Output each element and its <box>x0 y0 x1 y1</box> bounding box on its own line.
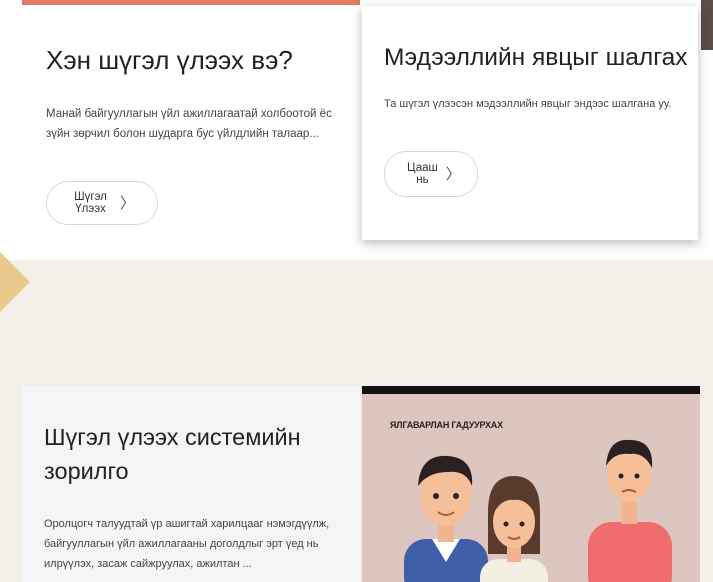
card-who-text: Манай байгууллагын үйл ажиллагаатай холб… <box>46 108 332 140</box>
continue-button-label: Цааш нь <box>407 162 438 186</box>
blow-whistle-button[interactable]: Шүгэл Үлээх 〉 <box>46 181 158 225</box>
chevron-right-icon: 〉 <box>445 165 461 183</box>
card-check-text: Та шүгэл үлээсэн мэдээллийн явцыг эндээс… <box>384 98 672 110</box>
card-check-title: Мэдээллийн явцыг шалгах <box>384 44 688 71</box>
card-who-title: Хэн шүгэл үлээх вэ? <box>46 45 293 75</box>
person-left-figure <box>404 455 488 582</box>
card-who-whistleblows: Хэн шүгэл үлээх вэ? Манай байгууллагын ү… <box>22 0 360 256</box>
continue-button[interactable]: Цааш нь 〉 <box>384 151 478 197</box>
goal-section-text: Оролцогч талуудтай үр ашигтай харилцааг … <box>44 518 330 570</box>
person-right-figure <box>588 439 672 582</box>
blow-whistle-button-label: Шүгэл Үлээх <box>74 191 107 215</box>
goal-section-title: Шүгэл үлээх системийн зорилго <box>44 424 301 484</box>
chevron-right-icon: 〉 <box>119 194 135 212</box>
discrimination-illustration: ЯЛГАВАРЛАН ГАДУУРХАХ <box>362 386 700 582</box>
goal-section: Шүгэл үлээх системийн зорилго Оролцогч т… <box>22 386 360 582</box>
illustration-caption: ЯЛГАВАРЛАН ГАДУУРХАХ <box>390 420 503 430</box>
person-middle-figure <box>480 476 548 582</box>
decorative-edge-block <box>701 0 713 50</box>
card-check-progress: Мэдээллийн явцыг шалгах Та шүгэл үлээсэн… <box>362 6 698 240</box>
